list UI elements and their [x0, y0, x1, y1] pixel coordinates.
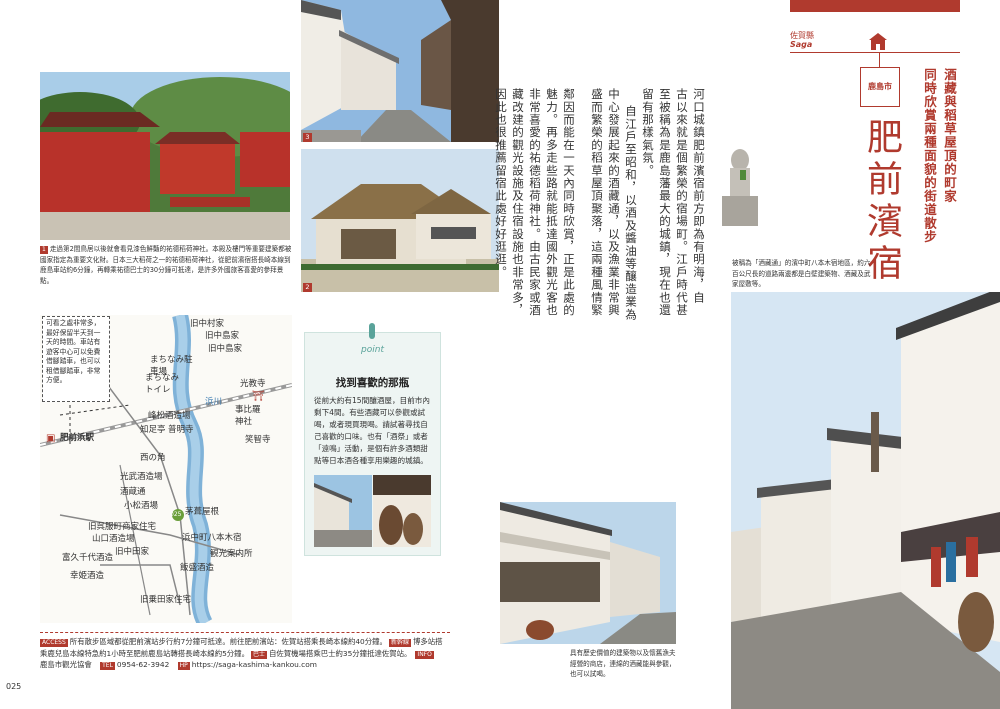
map-label: 笑智寺 — [245, 435, 271, 445]
point-photo-left — [314, 475, 372, 547]
photo-number-3: 3 — [303, 133, 312, 142]
map-label: 浜中町八本木宿 — [182, 533, 242, 543]
kura-street-photo — [731, 292, 1000, 709]
point-label: point — [361, 345, 384, 355]
shrine-photo — [40, 72, 290, 240]
body-col-5: 自江戶至昭和，以酒及醬油等釀造業為 — [624, 105, 638, 321]
map-label: 幸姫酒造 — [70, 571, 105, 581]
right-photo-caption: 被稱為「酒藏通」的濱中町八本木宿地區，約六百公尺長的道路兩邊都是白壁建築物、酒藏… — [732, 259, 871, 288]
map-label: 旧中田家 — [115, 547, 150, 557]
map-label: 知足亭 — [140, 425, 166, 435]
prefecture-roman: Saga — [790, 40, 813, 49]
map-label: 観光案内所 — [210, 549, 253, 559]
body-col-4: 留有那樣氣氛。 — [641, 88, 655, 177]
tel-label: TEL — [100, 662, 115, 670]
body-col-8: 鄰因而能在一天內同時欣賞，正是此處的 — [562, 88, 576, 317]
header-rule — [790, 52, 960, 53]
map-label: 光武酒造場 — [120, 472, 163, 482]
body-col-12: 因此也很推薦留宿此處好好逛逛。 — [494, 88, 508, 279]
map-label: 浜川 — [205, 397, 223, 407]
website-link[interactable]: https://saga-kashima-kankou.com — [192, 660, 317, 669]
house-icon — [869, 33, 887, 50]
caption-text: 走過第2間鳥居以後就會看見漆色鮮豔的祐德稻荷神社。本殿及樓門等重要建築都被國家指… — [40, 245, 292, 285]
map-label: 旧中村家 — [190, 319, 225, 329]
map-label: まちなみトイレ — [145, 373, 180, 395]
map-label: 肥前浜駅 — [60, 433, 95, 443]
access-tag-info: INFO — [415, 650, 434, 659]
map-note: 可看之處非常多，最好保留半天到一天的時間。車站有遊客中心可以免費借腳踏車，也可以… — [42, 316, 110, 402]
body-col-10: 非常喜愛的祐德稻荷神社。由古民家或酒 — [528, 88, 542, 317]
thatched-house-photo — [301, 149, 499, 292]
city-tag-text: 鹿島市 — [868, 82, 892, 91]
map-label: 茅葺屋根 — [185, 507, 220, 517]
point-photo-right — [373, 475, 431, 547]
map-label: 旧呉服町商家住宅 — [88, 522, 157, 532]
map-label: 峰松酒造場 — [148, 411, 191, 421]
body-col-1: 河口城鎮肥前濱宿前方即為有明海，自 — [692, 88, 706, 304]
map-label: 小松酒場 — [124, 501, 159, 511]
body-col-7: 盛而繁榮的稻草屋頂聚落，這兩種風情緊 — [590, 88, 604, 317]
map-label: 旧中島家 — [208, 344, 243, 354]
body-col-9: 魅力。再多走些路就能抵達國外觀光客也 — [545, 88, 559, 317]
body-col-3: 至被稱為是鹿島藩最大的城鎮，現在也還 — [658, 88, 672, 317]
photo-number-2: 2 — [303, 283, 312, 292]
point-box: point 找到喜歡的那瓶 從前大約有15間釀酒屋，目前市內剩下4間。有些酒藏可… — [304, 323, 441, 556]
top-accent-bar — [790, 0, 960, 12]
street-photo — [301, 0, 499, 142]
area-map: 可看之處非常多，最好保留半天到一天的時間。車站有遊客中心可以免費借腳踏車，也可以… — [40, 315, 292, 623]
point-text: 從前大約有15間釀酒屋，目前市內剩下4間。有些酒藏可以參觀或試喝，或者現買現喝。… — [314, 396, 430, 465]
city-tag: 鹿島市 — [860, 67, 900, 107]
subtitle-2: 同時欣賞兩種面貌的街道散步 — [922, 68, 937, 244]
torii-icon: ⛩ — [252, 391, 265, 402]
access-label: ACCESS — [40, 639, 68, 647]
map-label: 普明寺 — [168, 425, 194, 435]
map-label: 酒蔵通 — [120, 487, 146, 497]
tel-number: 0954-62-3942 — [116, 660, 170, 669]
hp-label: HP — [177, 662, 190, 670]
access-line2: 乘鹿兒島本線特急約1小時至肥前鹿島站轉搭長崎本線約5分鐘。 巴士 自佐賀機場搭乘巴士… — [40, 648, 434, 659]
pin-icon — [369, 323, 375, 339]
sake-street-photo — [500, 502, 676, 644]
point-title: 找到喜歡的那瓶 — [335, 377, 410, 389]
body-col-2: 古以來就是個繁榮的宿場町。江戶時代甚 — [675, 88, 689, 317]
page-number: 025 — [6, 682, 22, 691]
access-block: ACCESS 所有散步區域都從肥前濱站步行約7分鐘可抵達。前往肥前濱站：佐賀站搭乘… — [40, 632, 450, 671]
access-line1: ACCESS 所有散步區域都從肥前濱站步行約7分鐘可抵達。前往肥前濱站：佐賀站搭乘… — [40, 637, 443, 647]
city-tag-connector — [879, 52, 880, 67]
map-label: 旧乗田家住宅 — [140, 595, 192, 605]
caption-number: 1 — [40, 246, 48, 254]
access-line3: 鹿島市觀光協會 TEL 0954-62-3942 HP https://saga-k… — [40, 660, 317, 670]
photo1-caption: 1 走過第2間鳥居以後就會看見漆色鮮豔的祐德稻荷神社。本殿及樓門等重要建築都被國家… — [40, 244, 292, 286]
map-label: 事比羅神社 — [235, 405, 261, 427]
body-col-11: 藏改建的觀光設施及住宿設施也非常多， — [511, 88, 525, 317]
access-tag-bus: 巴士 — [250, 650, 267, 659]
map-label: 富久千代酒造 — [62, 553, 114, 563]
map-label: 飯盛酒造 — [180, 563, 215, 573]
access-tag-shinkansen: 新幹線 — [388, 639, 411, 647]
bottom-photo-caption: 具有歷史價值的建築物以及懷舊漁夫經營的商店，連綿的酒藏能與參觀，也可以試喝。 — [570, 649, 676, 678]
map-label: 山口酒造場 — [92, 534, 135, 544]
pin-number: 025 — [170, 511, 182, 518]
statue-photo — [718, 140, 762, 226]
body-col-6: 中心發展起來的酒藏通，以及漁業非常興 — [607, 88, 621, 317]
subtitle-1: 酒藏與稻草屋頂的町家 — [942, 68, 957, 203]
train-icon: ▣ — [46, 433, 56, 444]
map-label: 旧中島家 — [205, 331, 240, 341]
map-label: 光教寺 — [240, 379, 266, 389]
map-label: 西の角 — [140, 453, 166, 463]
